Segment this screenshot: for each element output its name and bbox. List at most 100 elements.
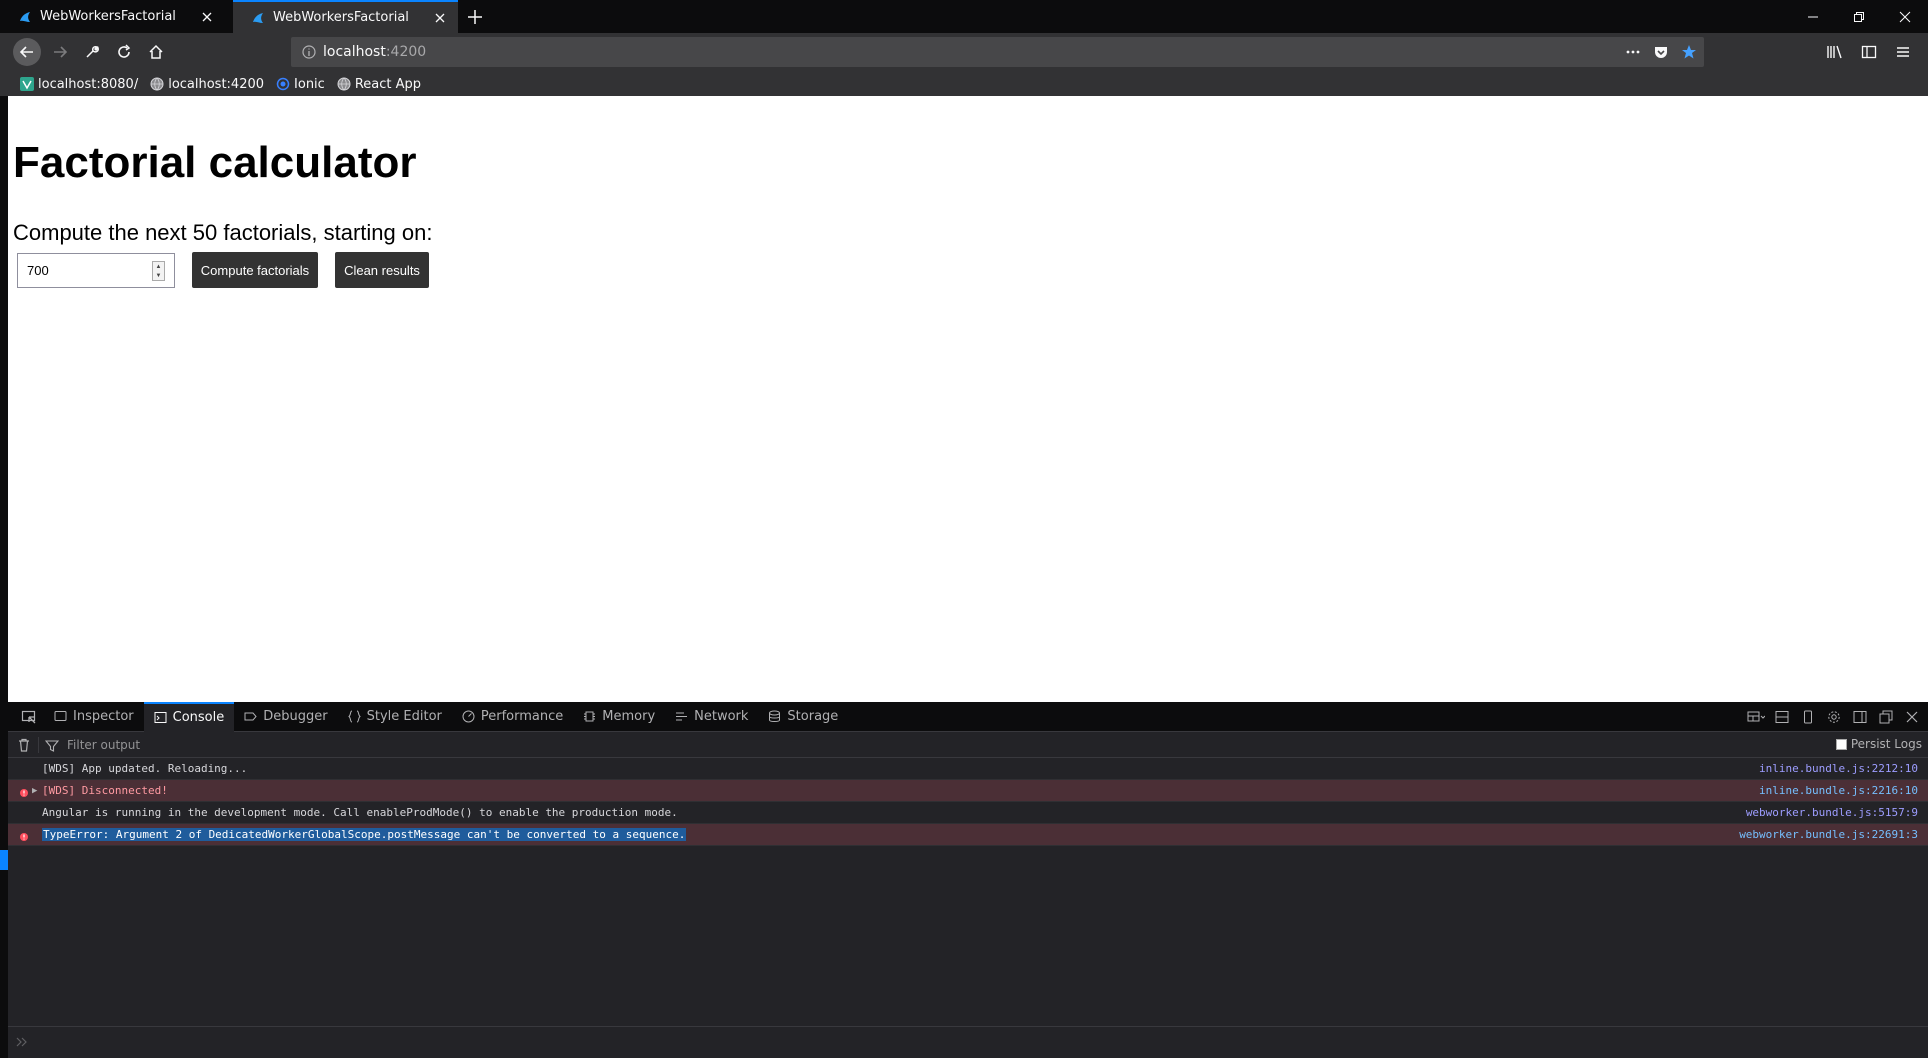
console-message-source-link[interactable]: webworker.bundle.js:22691:3 bbox=[1739, 828, 1918, 841]
devtools-tab-label: Console bbox=[172, 710, 225, 725]
console-message-source-link[interactable]: webworker.bundle.js:5157:9 bbox=[1746, 806, 1918, 819]
pocket-icon[interactable] bbox=[1650, 41, 1672, 63]
url-port: :4200 bbox=[385, 44, 427, 60]
split-console-icon[interactable] bbox=[1770, 703, 1794, 731]
debugger-icon bbox=[244, 710, 257, 723]
left-edge-marker bbox=[0, 850, 8, 870]
close-tab-icon[interactable] bbox=[432, 10, 448, 26]
bookmark-ionic[interactable]: Ionic bbox=[276, 77, 325, 92]
console-prompt-chevron-icon bbox=[16, 1033, 30, 1052]
console-error[interactable]: TypeError: Argument 2 of DedicatedWorker… bbox=[8, 824, 1928, 846]
restore-icon[interactable] bbox=[1836, 0, 1882, 33]
dock-side-icon[interactable] bbox=[1848, 703, 1872, 731]
expand-twisty-icon[interactable]: ▶ bbox=[32, 786, 42, 796]
sidebar-icon[interactable] bbox=[1854, 38, 1884, 66]
console-message-text: Angular is running in the development mo… bbox=[42, 806, 678, 819]
devtools-right-controls bbox=[1744, 703, 1924, 731]
console-filter-bar: Filter output Persist Logs bbox=[8, 732, 1928, 758]
window-controls bbox=[1790, 0, 1928, 33]
url-host: localhost bbox=[323, 44, 386, 60]
error-icon bbox=[20, 787, 28, 797]
new-tab-plus-icon[interactable] bbox=[465, 7, 485, 27]
number-spinner[interactable]: ▲ ▼ bbox=[152, 261, 165, 281]
filter-output-input[interactable]: Filter output bbox=[67, 738, 140, 752]
hamburger-menu-icon[interactable] bbox=[1888, 38, 1918, 66]
browser-window: WebWorkersFactorial WebWorkersFactorial bbox=[0, 0, 1928, 1058]
close-devtools-icon[interactable] bbox=[1900, 703, 1924, 731]
console-message[interactable]: [WDS] App updated. Reloading... inline.b… bbox=[8, 758, 1928, 780]
frame-selector-icon[interactable] bbox=[1744, 703, 1768, 731]
devtools-panel: Inspector Console Debugger Style Editor … bbox=[8, 701, 1928, 1058]
close-tab-icon[interactable] bbox=[199, 9, 215, 25]
devtools-tab-debugger[interactable]: Debugger bbox=[234, 702, 337, 732]
browser-tab-1[interactable]: WebWorkersFactorial bbox=[0, 0, 225, 33]
spin-up-icon[interactable]: ▲ bbox=[156, 264, 162, 270]
persist-logs-checkbox[interactable] bbox=[1835, 738, 1847, 750]
forward-arrow-icon[interactable] bbox=[46, 38, 74, 66]
devtools-tab-label: Inspector bbox=[73, 709, 134, 724]
back-arrow-icon[interactable] bbox=[13, 38, 41, 66]
devtools-tab-storage[interactable]: Storage bbox=[758, 702, 848, 732]
bookmarks-toolbar: localhost:8080/ localhost:4200 Ionic Rea… bbox=[0, 72, 1928, 96]
bookmark-label: localhost:8080/ bbox=[38, 76, 139, 92]
console-message-source-link[interactable]: inline.bundle.js:2212:10 bbox=[1759, 762, 1918, 775]
angular-favicon-icon bbox=[251, 11, 265, 25]
devtools-tab-label: Performance bbox=[480, 709, 564, 724]
console-input[interactable] bbox=[8, 1026, 1928, 1058]
bookmark-star-icon[interactable] bbox=[1678, 41, 1700, 63]
bookmark-react-app[interactable]: React App bbox=[337, 77, 421, 92]
start-number-value: 700 bbox=[27, 263, 49, 278]
devtools-tab-label: Network bbox=[694, 709, 749, 724]
persist-logs-toggle[interactable]: Persist Logs bbox=[1835, 737, 1922, 751]
clear-console-trash-icon[interactable] bbox=[16, 737, 32, 753]
angular-favicon-icon bbox=[18, 10, 32, 24]
site-info-icon[interactable] bbox=[301, 44, 317, 60]
page-title: Factorial calculator bbox=[13, 138, 417, 187]
devtools-tab-label: Style Editor bbox=[366, 709, 442, 724]
console-message-text: [WDS] App updated. Reloading... bbox=[42, 762, 248, 775]
undock-window-icon[interactable] bbox=[1874, 703, 1898, 731]
home-icon[interactable] bbox=[142, 38, 170, 66]
style-editor-icon bbox=[347, 710, 361, 723]
clean-results-button[interactable]: Clean results bbox=[335, 252, 429, 288]
close-window-icon[interactable] bbox=[1882, 0, 1928, 33]
tab-strip: WebWorkersFactorial WebWorkersFactorial bbox=[0, 0, 1928, 33]
devtools-tab-label: Debugger bbox=[263, 709, 328, 724]
globe-icon bbox=[150, 77, 164, 91]
compute-factorials-button[interactable]: Compute factorials bbox=[192, 252, 318, 288]
console-message-text: [WDS] Disconnected! bbox=[42, 784, 168, 797]
page-actions-icon[interactable] bbox=[1622, 41, 1644, 63]
devtools-tab-network[interactable]: Network bbox=[665, 702, 758, 732]
devtools-tab-memory[interactable]: Memory bbox=[573, 702, 665, 732]
devtools-tab-style-editor[interactable]: Style Editor bbox=[338, 702, 452, 732]
console-output: [WDS] App updated. Reloading... inline.b… bbox=[8, 758, 1928, 846]
minimize-icon[interactable] bbox=[1790, 0, 1836, 33]
start-number-input[interactable]: 700 ▲ ▼ bbox=[17, 253, 175, 288]
error-icon bbox=[20, 831, 28, 841]
bookmark-label: React App bbox=[354, 76, 422, 92]
console-message-source-link[interactable]: inline.bundle.js:2216:10 bbox=[1759, 784, 1918, 797]
bookmark-localhost-4200[interactable]: localhost:4200 bbox=[150, 77, 264, 92]
reload-icon[interactable] bbox=[110, 38, 138, 66]
network-icon bbox=[675, 710, 688, 723]
globe-icon bbox=[337, 77, 351, 91]
library-icon[interactable] bbox=[1820, 38, 1850, 66]
settings-gear-icon[interactable] bbox=[1822, 703, 1846, 731]
devtools-tab-inspector[interactable]: Inspector bbox=[44, 702, 144, 732]
bookmark-label: Ionic bbox=[294, 76, 325, 92]
memory-icon bbox=[583, 710, 596, 723]
devtools-tab-console[interactable]: Console bbox=[143, 701, 235, 732]
url-bar[interactable]: localhost:4200 bbox=[291, 37, 1704, 67]
responsive-design-icon[interactable] bbox=[1796, 703, 1820, 731]
browser-tab-2[interactable]: WebWorkersFactorial bbox=[233, 0, 458, 33]
spin-down-icon[interactable]: ▼ bbox=[156, 273, 162, 279]
filter-separator bbox=[38, 736, 39, 753]
devtools-tab-label: Storage bbox=[787, 709, 839, 724]
console-message[interactable]: Angular is running in the development mo… bbox=[8, 802, 1928, 824]
devtools-tab-label: Memory bbox=[602, 709, 656, 724]
bookmark-localhost-8080[interactable]: localhost:8080/ bbox=[20, 77, 138, 92]
wrench-icon[interactable] bbox=[78, 38, 106, 66]
console-error[interactable]: ▶ [WDS] Disconnected! inline.bundle.js:2… bbox=[8, 780, 1928, 802]
element-picker-icon[interactable] bbox=[14, 702, 44, 732]
devtools-tab-performance[interactable]: Performance bbox=[452, 702, 573, 732]
